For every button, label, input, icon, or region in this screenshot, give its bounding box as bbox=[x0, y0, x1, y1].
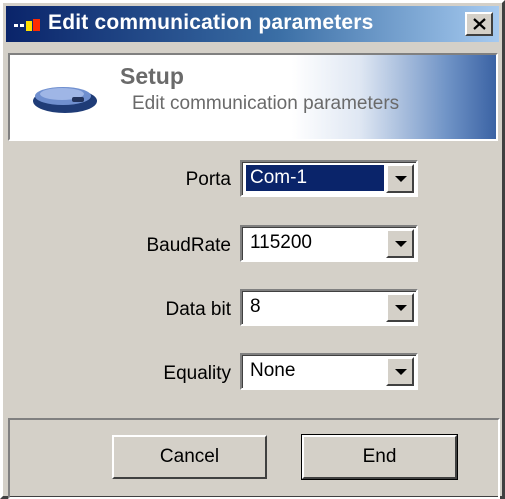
chevron-down-icon[interactable] bbox=[386, 229, 414, 258]
header-title: Setup bbox=[120, 63, 184, 89]
chevron-down-icon[interactable] bbox=[386, 164, 414, 193]
dialog-window: Edit communication parameters Setup Edit… bbox=[0, 0, 505, 499]
window-title: Edit communication parameters bbox=[48, 11, 374, 34]
baudrate-select[interactable]: 115200 bbox=[240, 225, 418, 262]
equality-value: None bbox=[250, 360, 296, 381]
porta-value: Com-1 bbox=[246, 165, 384, 191]
modem-device-icon bbox=[33, 87, 97, 113]
data-bit-value: 8 bbox=[250, 296, 261, 317]
baudrate-label: BaudRate bbox=[146, 235, 231, 256]
porta-select[interactable]: Com-1 bbox=[240, 160, 418, 197]
equality-label: Equality bbox=[163, 363, 231, 384]
cancel-button[interactable]: Cancel bbox=[112, 435, 267, 479]
equality-select[interactable]: None bbox=[240, 353, 418, 390]
chevron-down-icon[interactable] bbox=[386, 357, 414, 386]
title-bar[interactable]: Edit communication parameters bbox=[6, 6, 499, 42]
network-plug-icon bbox=[14, 19, 40, 31]
header-banner: Setup Edit communication parameters bbox=[8, 53, 498, 141]
chevron-down-icon[interactable] bbox=[386, 293, 414, 322]
baudrate-value: 115200 bbox=[250, 232, 312, 253]
header-subtitle: Edit communication parameters bbox=[132, 93, 400, 114]
data-bit-label: Data bit bbox=[165, 299, 231, 320]
porta-label: Porta bbox=[185, 169, 231, 190]
data-bit-select[interactable]: 8 bbox=[240, 289, 418, 326]
button-panel: Cancel End bbox=[8, 418, 500, 499]
close-button[interactable] bbox=[465, 12, 493, 36]
end-button[interactable]: End bbox=[301, 434, 458, 480]
close-icon bbox=[473, 18, 486, 30]
